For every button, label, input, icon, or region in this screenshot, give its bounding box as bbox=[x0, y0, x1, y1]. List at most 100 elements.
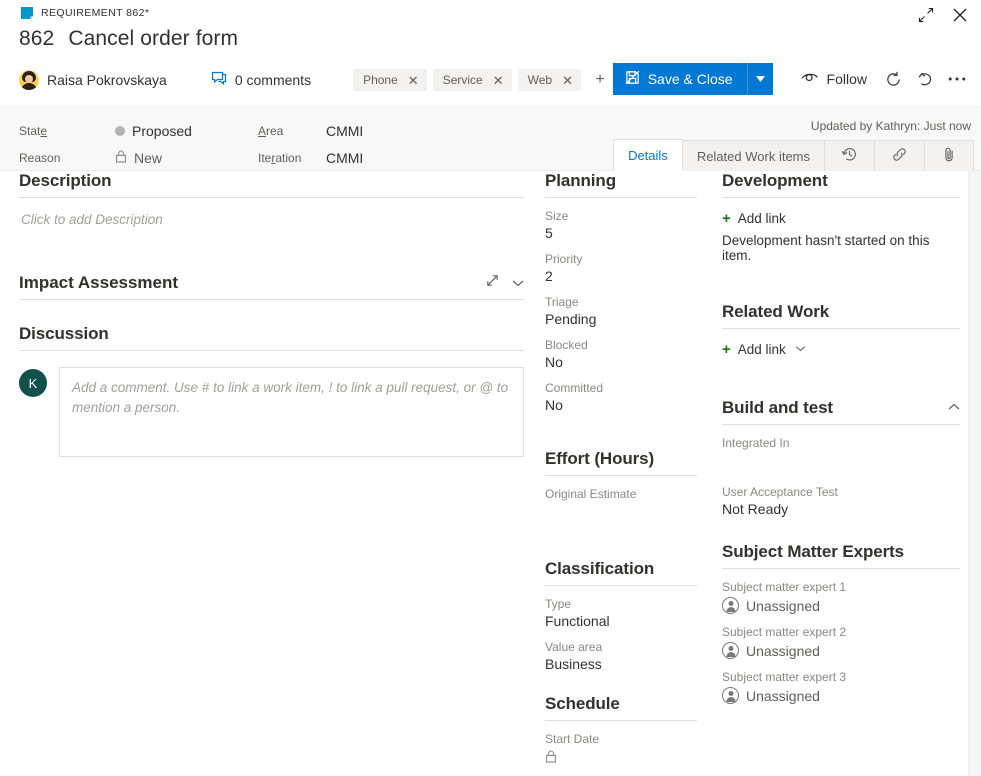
priority-label: Priority bbox=[545, 252, 697, 266]
expand-icon[interactable] bbox=[485, 273, 500, 293]
build-and-test-section-header[interactable]: Build and test bbox=[722, 398, 960, 425]
impact-assessment-actions bbox=[485, 273, 524, 293]
subject-matter-expert-3-label: Subject matter expert 3 bbox=[722, 670, 960, 684]
undo-button[interactable] bbox=[909, 63, 941, 95]
right-column: Development + Add link Development hasn'… bbox=[722, 171, 960, 704]
work-item-title[interactable]: Cancel order form bbox=[68, 27, 238, 51]
tag-chip[interactable]: Service ✕ bbox=[433, 69, 512, 91]
value-area-label: Value area bbox=[545, 640, 697, 654]
work-item-id: 862 bbox=[19, 27, 54, 51]
save-and-close-button[interactable]: Save & Close bbox=[613, 63, 747, 95]
triage-label: Triage bbox=[545, 295, 697, 309]
size-value: 5 bbox=[545, 225, 697, 241]
work-item-header: REQUIREMENT 862* 862 Cancel order form R… bbox=[0, 0, 981, 105]
work-item-type-row: REQUIREMENT 862* bbox=[21, 5, 149, 21]
development-add-link-button[interactable]: + Add link bbox=[722, 211, 960, 226]
integrated-in-value bbox=[722, 452, 960, 474]
save-options-button[interactable] bbox=[747, 63, 773, 95]
lock-icon bbox=[115, 150, 127, 166]
tab-strip: Details Related Work items bbox=[613, 139, 974, 171]
integrated-in-label: Integrated In bbox=[722, 436, 960, 450]
blocked-value: No bbox=[545, 354, 697, 370]
impact-assessment-section-header[interactable]: Impact Assessment bbox=[19, 273, 524, 300]
add-tag-button[interactable]: + bbox=[587, 69, 613, 91]
effort-field-original-estimate[interactable]: Original Estimate bbox=[545, 487, 697, 523]
plus-icon: + bbox=[722, 342, 731, 357]
tab-related-work-items-label: Related Work items bbox=[697, 149, 810, 164]
comment-placeholder: Add a comment. Use # to link a work item… bbox=[72, 380, 508, 415]
subject-matter-expert-2-value: Unassigned bbox=[746, 643, 820, 659]
reason-label: Reason bbox=[19, 151, 115, 165]
tab-history[interactable] bbox=[825, 140, 875, 171]
tag-label: Service bbox=[443, 73, 483, 87]
close-button[interactable] bbox=[943, 0, 977, 30]
subject-matter-expert-1-label: Subject matter expert 1 bbox=[722, 580, 960, 594]
remove-tag-icon[interactable]: ✕ bbox=[408, 74, 419, 87]
tag-label: Web bbox=[528, 73, 552, 87]
follow-button[interactable]: Follow bbox=[791, 63, 877, 95]
refresh-button[interactable] bbox=[877, 63, 909, 95]
classification-field-type[interactable]: Type Functional bbox=[545, 597, 697, 629]
area-field-row[interactable]: Area CMMI bbox=[258, 117, 363, 144]
comment-input[interactable]: Add a comment. Use # to link a work item… bbox=[59, 367, 524, 457]
build-field-user-acceptance-test[interactable]: User Acceptance Test Not Ready bbox=[722, 485, 960, 517]
tab-related-work-items[interactable]: Related Work items bbox=[683, 140, 825, 171]
tag-label: Phone bbox=[363, 73, 398, 87]
avatar bbox=[19, 70, 39, 90]
lock-icon bbox=[545, 750, 557, 768]
tab-attachments[interactable] bbox=[925, 140, 974, 171]
chevron-down-icon[interactable] bbox=[795, 344, 806, 355]
vertical-scrollbar[interactable] bbox=[968, 171, 981, 776]
state-field-row[interactable]: State Proposed bbox=[19, 117, 192, 144]
planning-field-size[interactable]: Size 5 bbox=[545, 209, 697, 241]
tag-chip[interactable]: Phone ✕ bbox=[353, 69, 427, 91]
user-acceptance-test-value: Not Ready bbox=[722, 501, 960, 517]
tab-details[interactable]: Details bbox=[613, 139, 683, 171]
development-add-link-label: Add link bbox=[738, 211, 786, 226]
classification-section-title: Classification bbox=[545, 559, 697, 586]
subject-matter-expert-2-value-row: Unassigned bbox=[722, 642, 960, 659]
person-icon bbox=[722, 687, 739, 704]
classification-field-value-area[interactable]: Value area Business bbox=[545, 640, 697, 672]
requirement-icon bbox=[21, 7, 33, 19]
header-actions: Save & Close Follow bbox=[613, 63, 973, 95]
subject-matter-expert-3-value-row: Unassigned bbox=[722, 687, 960, 704]
subject-matter-expert-2-field[interactable]: Subject matter expert 2 Unassigned bbox=[722, 625, 960, 659]
description-input[interactable]: Click to add Description bbox=[19, 198, 524, 227]
development-section-title: Development bbox=[722, 171, 960, 198]
subject-matter-expert-2-label: Subject matter expert 2 bbox=[722, 625, 960, 639]
window-controls bbox=[909, 0, 977, 30]
chevron-down-icon[interactable] bbox=[512, 274, 524, 292]
iteration-field-row[interactable]: Iteration CMMI bbox=[258, 144, 363, 171]
comments-link[interactable]: 0 comments bbox=[211, 71, 311, 89]
tags-list: Phone ✕ Service ✕ Web ✕ + bbox=[353, 69, 613, 91]
schedule-field-start-date: Start Date bbox=[545, 732, 697, 768]
state-value: Proposed bbox=[132, 123, 192, 139]
related-work-add-link-button[interactable]: + Add link bbox=[722, 342, 960, 357]
remove-tag-icon[interactable]: ✕ bbox=[493, 74, 504, 87]
planning-field-triage[interactable]: Triage Pending bbox=[545, 295, 697, 327]
subject-matter-expert-1-field[interactable]: Subject matter expert 1 Unassigned bbox=[722, 580, 960, 614]
subject-matter-expert-3-value: Unassigned bbox=[746, 688, 820, 704]
work-item-title-row: 862 Cancel order form bbox=[19, 27, 238, 51]
tab-links[interactable] bbox=[875, 140, 925, 171]
history-icon bbox=[841, 146, 858, 166]
planning-field-committed[interactable]: Committed No bbox=[545, 381, 697, 413]
planning-field-blocked[interactable]: Blocked No bbox=[545, 338, 697, 370]
more-actions-button[interactable] bbox=[941, 63, 973, 95]
committed-value: No bbox=[545, 397, 697, 413]
tag-chip[interactable]: Web ✕ bbox=[518, 69, 581, 91]
state-label: State bbox=[19, 124, 115, 138]
remove-tag-icon[interactable]: ✕ bbox=[562, 74, 573, 87]
impact-assessment-title: Impact Assessment bbox=[19, 273, 178, 293]
blocked-label: Blocked bbox=[545, 338, 697, 352]
user-acceptance-test-label: User Acceptance Test bbox=[722, 485, 960, 499]
restore-down-button[interactable] bbox=[909, 0, 943, 30]
assigned-to-field[interactable]: Raisa Pokrovskaya bbox=[19, 70, 167, 90]
attachment-icon bbox=[941, 146, 957, 166]
subject-matter-expert-3-field[interactable]: Subject matter expert 3 Unassigned bbox=[722, 670, 960, 704]
planning-field-priority[interactable]: Priority 2 bbox=[545, 252, 697, 284]
area-iteration-group: Area CMMI Iteration CMMI bbox=[258, 117, 363, 171]
chevron-up-icon[interactable] bbox=[948, 402, 960, 414]
person-icon bbox=[722, 642, 739, 659]
